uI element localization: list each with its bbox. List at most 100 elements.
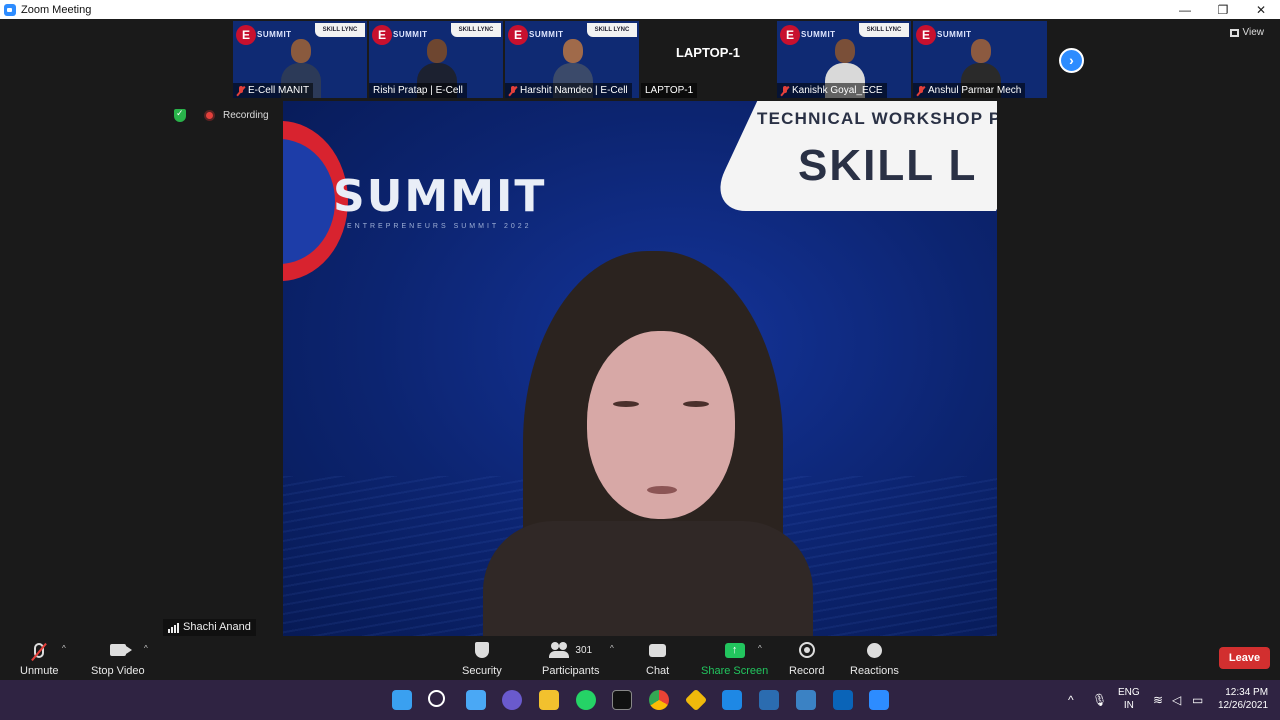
volume-icon[interactable]: ◁ (1172, 693, 1181, 707)
esummit-logo: E (236, 25, 256, 45)
view-label: View (1242, 27, 1265, 38)
language-indicator[interactable]: ENG IN (1118, 686, 1140, 712)
wifi-icon[interactable]: ≋ (1153, 693, 1163, 707)
language-code: ENG (1118, 687, 1140, 698)
leave-button[interactable]: Leave (1219, 647, 1270, 669)
zoom-taskbar-icon[interactable] (869, 690, 889, 710)
excel-web-icon[interactable] (796, 690, 816, 710)
teams-chat-icon[interactable] (502, 690, 522, 710)
unmute-button[interactable]: Unmute (20, 640, 59, 677)
next-page-button[interactable]: › (1059, 48, 1084, 73)
clock-time: 12:34 PM (1225, 687, 1269, 698)
background-subtitle: ENTREPRENEURS SUMMIT 2022 (347, 223, 532, 230)
stop-video-label: Stop Video (91, 665, 145, 677)
file-explorer-icon[interactable] (539, 690, 559, 710)
participants-count: 301 (575, 644, 593, 656)
binance-icon[interactable] (684, 688, 708, 712)
participants-label: Participants (542, 665, 600, 677)
unmute-label: Unmute (20, 665, 59, 677)
share-screen-icon: ↑ (724, 642, 745, 658)
restore-button[interactable]: ❐ (1204, 3, 1242, 17)
terminal-icon[interactable] (612, 690, 632, 710)
esummit-logo: E (780, 25, 800, 45)
audio-options-caret[interactable]: ^ (62, 644, 66, 653)
view-grid-icon (1229, 28, 1239, 37)
battery-icon[interactable]: ▭ (1192, 693, 1203, 707)
recording-indicator[interactable]: Recording (174, 108, 269, 122)
tray-chevron-icon[interactable]: ^ (1068, 693, 1074, 707)
tile-card: SKILL LYNC (587, 23, 637, 37)
window-title: Zoom Meeting (21, 3, 92, 16)
video-camera-icon (109, 644, 132, 656)
share-screen-label: Share Screen (701, 665, 769, 677)
search-icon[interactable] (428, 690, 445, 707)
workshop-card-title: TECHNICAL WORKSHOP PRE (757, 109, 997, 128)
participant-tile[interactable]: E SUMMIT Anshul Parmar Mech (913, 21, 1047, 98)
esummit-logo: E (508, 25, 528, 45)
record-icon (798, 642, 815, 658)
windows-taskbar: ^ 🎙 ENG IN ≋ ◁ ▭ 12:34 PM 12/26/2021 (0, 680, 1280, 720)
reactions-label: Reactions (850, 665, 899, 677)
mic-muted-icon (781, 85, 789, 96)
speaker-person (483, 251, 813, 636)
participant-tile[interactable]: E SUMMIT SKILL LYNC Rishi Pratap | E-Cel… (369, 21, 503, 98)
task-view-icon[interactable] (466, 690, 486, 710)
microphone-tray-icon[interactable]: 🎙 (1092, 693, 1107, 707)
clock[interactable]: 12:34 PM 12/26/2021 (1218, 686, 1268, 712)
close-button[interactable]: ✕ (1242, 3, 1280, 17)
signal-bars-icon (168, 622, 179, 633)
participant-caption: Anshul Parmar Mech (913, 83, 1026, 98)
recording-label: Recording (223, 110, 269, 121)
participant-tile[interactable]: E SUMMIT SKILL LYNC Kanishk Goyal_ECE (777, 21, 911, 98)
mic-muted-icon (917, 85, 925, 96)
participants-options-caret[interactable]: ^ (610, 644, 614, 653)
record-button[interactable]: Record (789, 640, 824, 677)
window-titlebar: Zoom Meeting — ❐ ✕ (0, 0, 1280, 19)
background-brand: SUMMIT (333, 171, 547, 222)
region-code: IN (1123, 700, 1134, 711)
participant-caption: Rishi Pratap | E-Cell (369, 83, 467, 98)
share-options-caret[interactable]: ^ (758, 644, 762, 653)
start-icon[interactable] (392, 690, 412, 710)
chrome-icon[interactable] (649, 690, 669, 710)
mic-muted-icon (237, 85, 245, 96)
reactions-button[interactable]: Reactions (850, 640, 899, 677)
participant-name: LAPTOP-1 (645, 85, 694, 96)
reactions-emoji-icon (866, 642, 882, 658)
powershell-icon[interactable] (759, 690, 779, 710)
whatsapp-icon[interactable] (576, 690, 596, 710)
mail-icon[interactable] (722, 690, 742, 710)
minimize-button[interactable]: — (1166, 3, 1204, 17)
participant-tile[interactable]: E SUMMIT SKILL LYNC Harshit Namdeo | E-C… (505, 21, 639, 98)
active-speaker-label: Shachi Anand (163, 619, 256, 636)
chat-label: Chat (646, 665, 670, 677)
active-speaker-name: Shachi Anand (183, 621, 251, 633)
meeting-toolbar: Unmute ^ Stop Video ^ Security 301 Parti… (0, 636, 1280, 680)
participant-name: Anshul Parmar Mech (928, 85, 1022, 96)
encryption-shield-icon[interactable] (174, 108, 186, 122)
participants-button[interactable]: 301 Participants (542, 640, 599, 677)
security-button[interactable]: Security (462, 640, 502, 677)
stop-video-button[interactable]: Stop Video (91, 640, 145, 677)
active-speaker-video[interactable]: SUMMIT ENTREPRENEURS SUMMIT 2022 TECHNIC… (283, 101, 997, 636)
security-label: Security (462, 665, 502, 677)
participant-name: Kanishk Goyal_ECE (792, 85, 883, 96)
shield-icon (474, 642, 489, 658)
participant-caption: Kanishk Goyal_ECE (777, 83, 887, 98)
meeting-stage: E SUMMIT SKILL LYNC E-Cell MANIT E SUMMI… (0, 19, 1280, 636)
chat-bubble-icon (649, 643, 667, 657)
participant-caption: Harshit Namdeo | E-Cell (505, 83, 632, 98)
participant-tile[interactable]: E SUMMIT SKILL LYNC E-Cell MANIT (233, 21, 367, 98)
chat-button[interactable]: Chat (646, 640, 669, 677)
participant-tile[interactable]: LAPTOP-1 LAPTOP-1 (641, 21, 775, 98)
tile-card: SKILL LYNC (451, 23, 501, 37)
tile-card: SKILL LYNC (859, 23, 909, 37)
video-options-caret[interactable]: ^ (144, 644, 148, 653)
view-button[interactable]: View (1229, 27, 1265, 38)
recording-dot-icon (204, 110, 215, 121)
participant-display-name: LAPTOP-1 (675, 44, 741, 60)
workshop-card-brand: SKILL L (798, 141, 978, 190)
participant-caption: E-Cell MANIT (233, 83, 314, 98)
tile-card: SKILL LYNC (315, 23, 365, 37)
outlook-icon[interactable] (833, 690, 853, 710)
